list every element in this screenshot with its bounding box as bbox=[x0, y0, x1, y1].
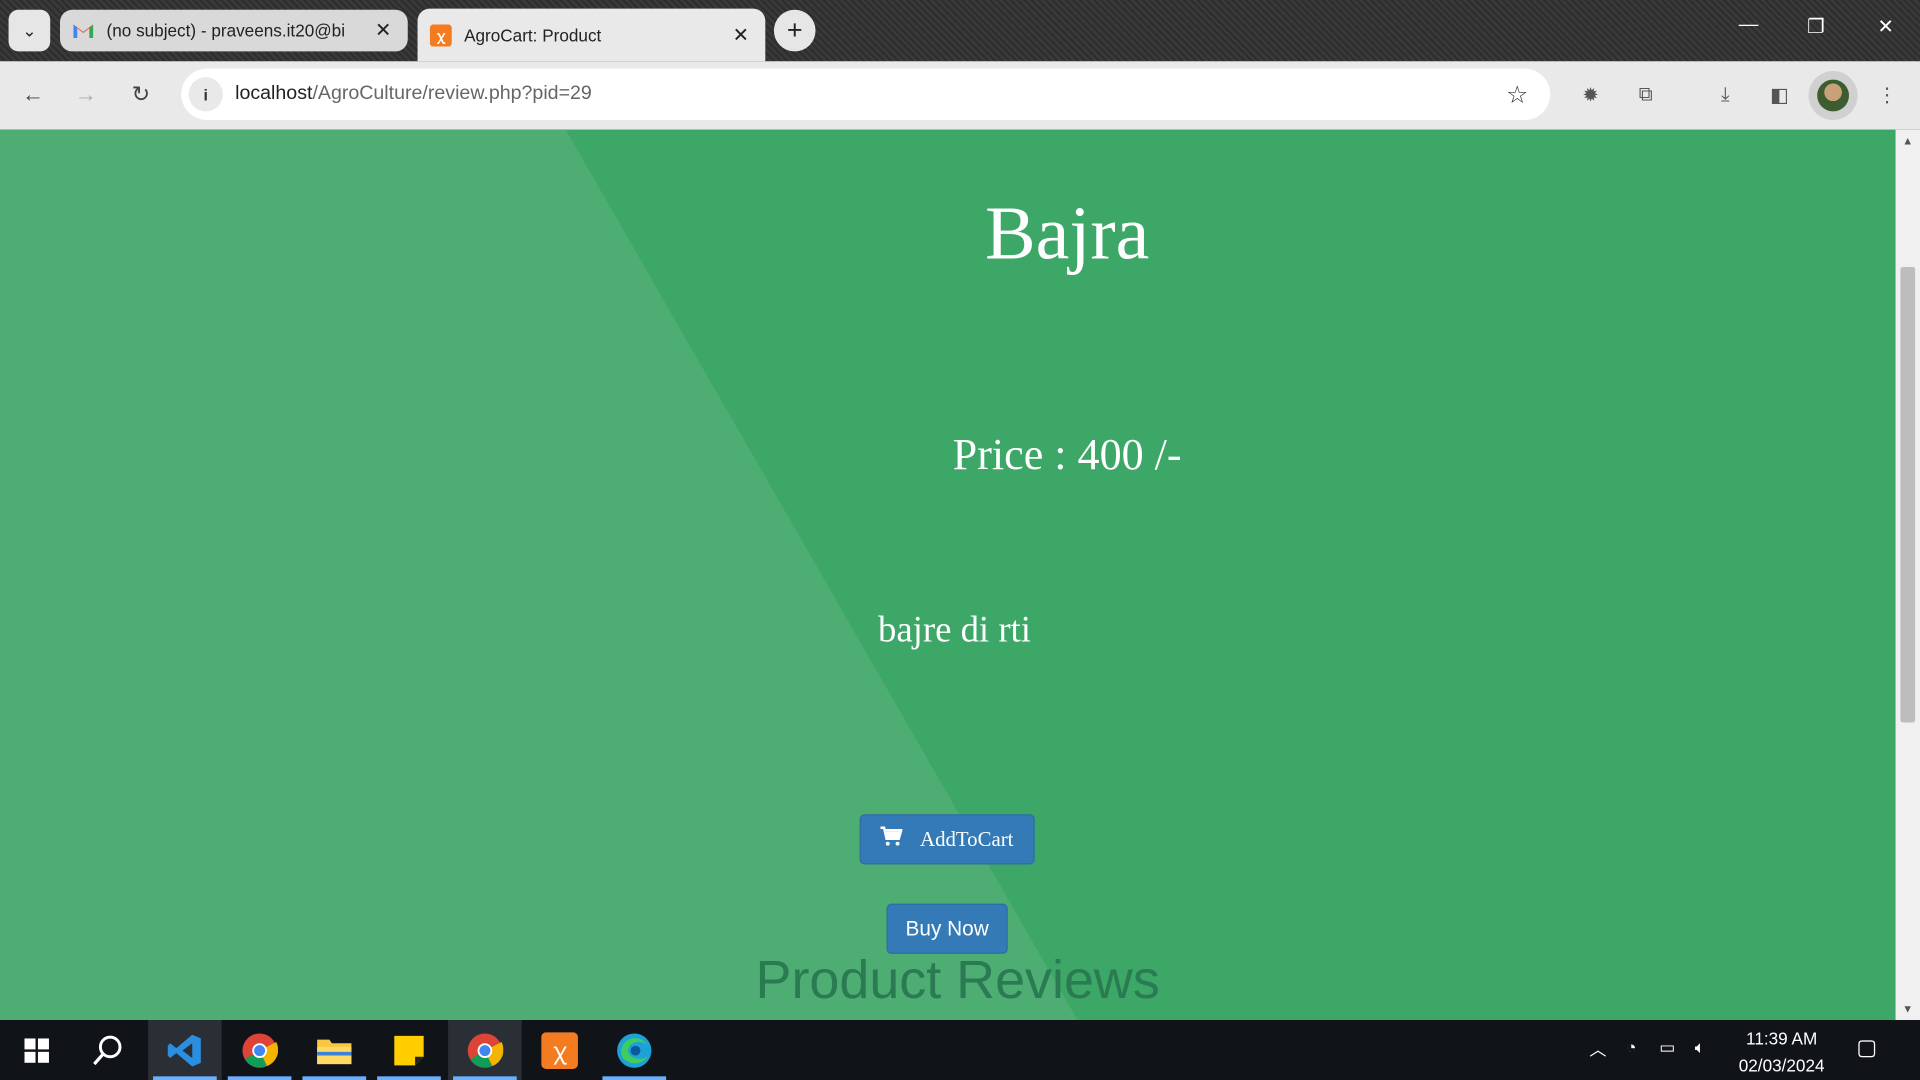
sticky-notes-icon[interactable] bbox=[372, 1020, 445, 1080]
side-panel-icon[interactable]: ◧ bbox=[1763, 80, 1795, 112]
wifi-icon[interactable]: ◔ bbox=[1626, 1037, 1636, 1057]
product-price: Price : 400 /- bbox=[952, 429, 1182, 479]
scroll-up-arrow-icon[interactable]: ▲ bbox=[1896, 135, 1920, 147]
chevron-up-icon[interactable]: ︿ bbox=[1589, 1037, 1606, 1061]
extensions-icon[interactable]: ⧉ bbox=[1630, 80, 1662, 112]
menu-kebab-icon[interactable]: ⋮ bbox=[1871, 80, 1903, 112]
close-icon[interactable]: ✕ bbox=[729, 23, 753, 47]
battery-icon[interactable]: ▭ bbox=[1659, 1037, 1675, 1058]
tab-title: (no subject) - praveens.it20@bi bbox=[106, 20, 346, 41]
forward-arrow-icon[interactable]: → bbox=[70, 78, 102, 110]
bookmark-star-icon[interactable]: ☆ bbox=[1506, 80, 1528, 111]
svg-text:ꭓ: ꭓ bbox=[553, 1038, 567, 1065]
chevron-down-icon: ⌄ bbox=[22, 20, 37, 40]
restore-button[interactable]: ❐ bbox=[1798, 15, 1835, 39]
chrome-icon[interactable] bbox=[448, 1020, 522, 1080]
add-to-cart-button[interactable]: AddToCart bbox=[859, 814, 1035, 865]
url-path: /AgroCulture/review.php?pid=29 bbox=[312, 83, 592, 105]
plus-icon: + bbox=[786, 14, 803, 46]
clock[interactable]: 11:39 AM 02/03/2024 bbox=[1727, 1025, 1837, 1079]
reload-icon[interactable]: ↻ bbox=[125, 78, 157, 110]
close-window-button[interactable]: ✕ bbox=[1867, 15, 1904, 39]
url-host: localhost bbox=[235, 83, 313, 105]
download-icon[interactable]: ⤓ bbox=[1709, 80, 1741, 112]
site-info-icon[interactable]: i bbox=[188, 77, 223, 112]
xampp-icon: ꭓ bbox=[429, 23, 452, 46]
edge-icon[interactable] bbox=[598, 1020, 671, 1080]
clock-time: 11:39 AM bbox=[1746, 1028, 1818, 1049]
shopping-cart-icon bbox=[880, 826, 904, 853]
vscode-icon[interactable] bbox=[148, 1020, 222, 1080]
url-text[interactable]: localhost/AgroCulture/review.php?pid=29 bbox=[235, 83, 592, 105]
add-to-cart-label: AddToCart bbox=[920, 827, 1014, 851]
vertical-scrollbar[interactable]: ▲ ▼ bbox=[1895, 129, 1920, 1021]
close-icon[interactable]: ✕ bbox=[371, 18, 395, 42]
scrollbar-thumb[interactable] bbox=[1900, 266, 1916, 723]
clock-date: 02/03/2024 bbox=[1738, 1055, 1825, 1076]
chrome-icon[interactable] bbox=[223, 1020, 296, 1080]
scroll-down-arrow-icon[interactable]: ▼ bbox=[1896, 1003, 1920, 1015]
product-title: Bajra bbox=[984, 192, 1150, 276]
product-description: bajre di rti bbox=[877, 609, 1031, 651]
reviews-heading: Product Reviews bbox=[755, 950, 1160, 1011]
profile-avatar[interactable] bbox=[1808, 71, 1858, 121]
tab-title: AgroCart: Product bbox=[464, 25, 602, 45]
tab-agrocart[interactable]: ꭓ AgroCart: Product ✕ bbox=[417, 8, 766, 62]
new-tab-button[interactable]: + bbox=[773, 9, 816, 52]
buy-now-button[interactable]: Buy Now bbox=[886, 903, 1008, 954]
file-explorer-icon[interactable] bbox=[298, 1020, 371, 1080]
search-icon[interactable] bbox=[71, 1020, 144, 1080]
browser-tab-strip: ⌄ (no subject) - praveens.it20@bi ✕ ꭓ Ag… bbox=[0, 0, 1920, 62]
address-bar[interactable]: i localhost/AgroCulture/review.php?pid=2… bbox=[181, 68, 1551, 121]
back-arrow-icon[interactable]: ← bbox=[17, 78, 49, 110]
notifications-icon[interactable]: ▢ bbox=[1856, 1035, 1877, 1061]
tab-search-button[interactable]: ⌄ bbox=[8, 9, 51, 52]
page-content: Bajra Price : 400 /- bajre di rti AddToC… bbox=[0, 129, 1896, 1021]
bug-icon[interactable]: ✹ bbox=[1575, 80, 1607, 112]
browser-toolbar: ← → ↻ i localhost/AgroCulture/review.php… bbox=[0, 61, 1920, 130]
minimize-button[interactable]: — bbox=[1730, 15, 1767, 37]
volume-icon[interactable]: 🔈︎ bbox=[1695, 1037, 1705, 1058]
xampp-icon[interactable]: ꭓ bbox=[523, 1020, 596, 1080]
windows-taskbar: ꭓ ︿ ◔ ▭ 🔈︎ 11:39 AM 02/03/2024 ▢ bbox=[0, 1020, 1920, 1080]
gmail-icon bbox=[72, 20, 94, 42]
windows-start-icon[interactable] bbox=[0, 1020, 73, 1080]
tab-gmail[interactable]: (no subject) - praveens.it20@bi ✕ bbox=[60, 9, 408, 52]
